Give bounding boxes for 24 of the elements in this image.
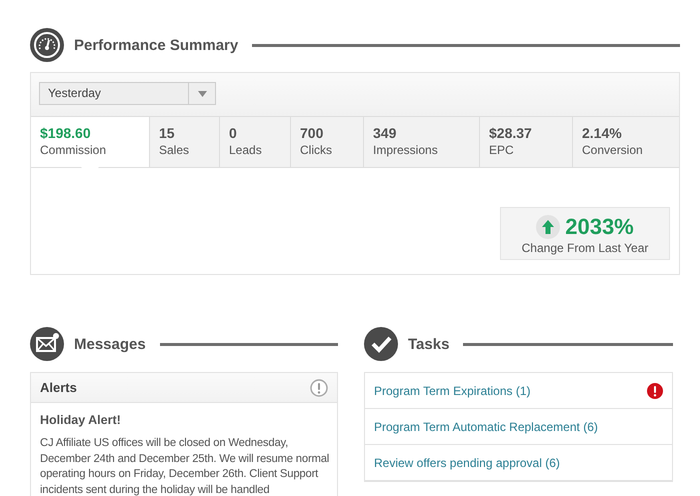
metric-tab[interactable]: 0 Leads [219,117,290,167]
task-link[interactable]: Program Term Expirations (1) [374,384,530,398]
change-value: 2033% [565,214,634,240]
change-label: Change From Last Year [522,241,648,255]
section-title: Messages [74,336,146,352]
metric-tab[interactable]: 2.14% Conversion [572,117,679,167]
alert-icon [647,382,663,398]
gauge-icon [30,28,64,62]
metric-tab[interactable]: 15 Sales [149,117,219,167]
metric-tab[interactable]: $28.37 EPC [479,117,572,167]
metric-tab[interactable]: 349 Impressions [363,117,479,167]
section-title: Tasks [408,336,450,352]
envelope-icon [30,327,64,361]
panel-title: Alerts [40,380,77,395]
checkmark-icon [364,327,398,361]
period-dropdown[interactable]: Yesterday [39,82,216,105]
exclamation-icon [310,378,328,396]
section-title: Performance Summary [74,36,238,54]
metric-tab[interactable]: 700 Clicks [290,117,363,167]
alert-text: CJ Affiliate US offices will be closed on Wednesday, December 24th and December 25th. We will resume normal operating hours on Friday, December 26th. Client Support incidents sent during the holiday will be handled [40,436,330,496]
alert-title: Holiday Alert! [40,413,122,427]
task-link[interactable]: Review offers pending approval (6) [374,456,560,470]
caret-icon [198,90,206,96]
task-link[interactable]: Program Term Automatic Replacement (6) [374,420,598,434]
